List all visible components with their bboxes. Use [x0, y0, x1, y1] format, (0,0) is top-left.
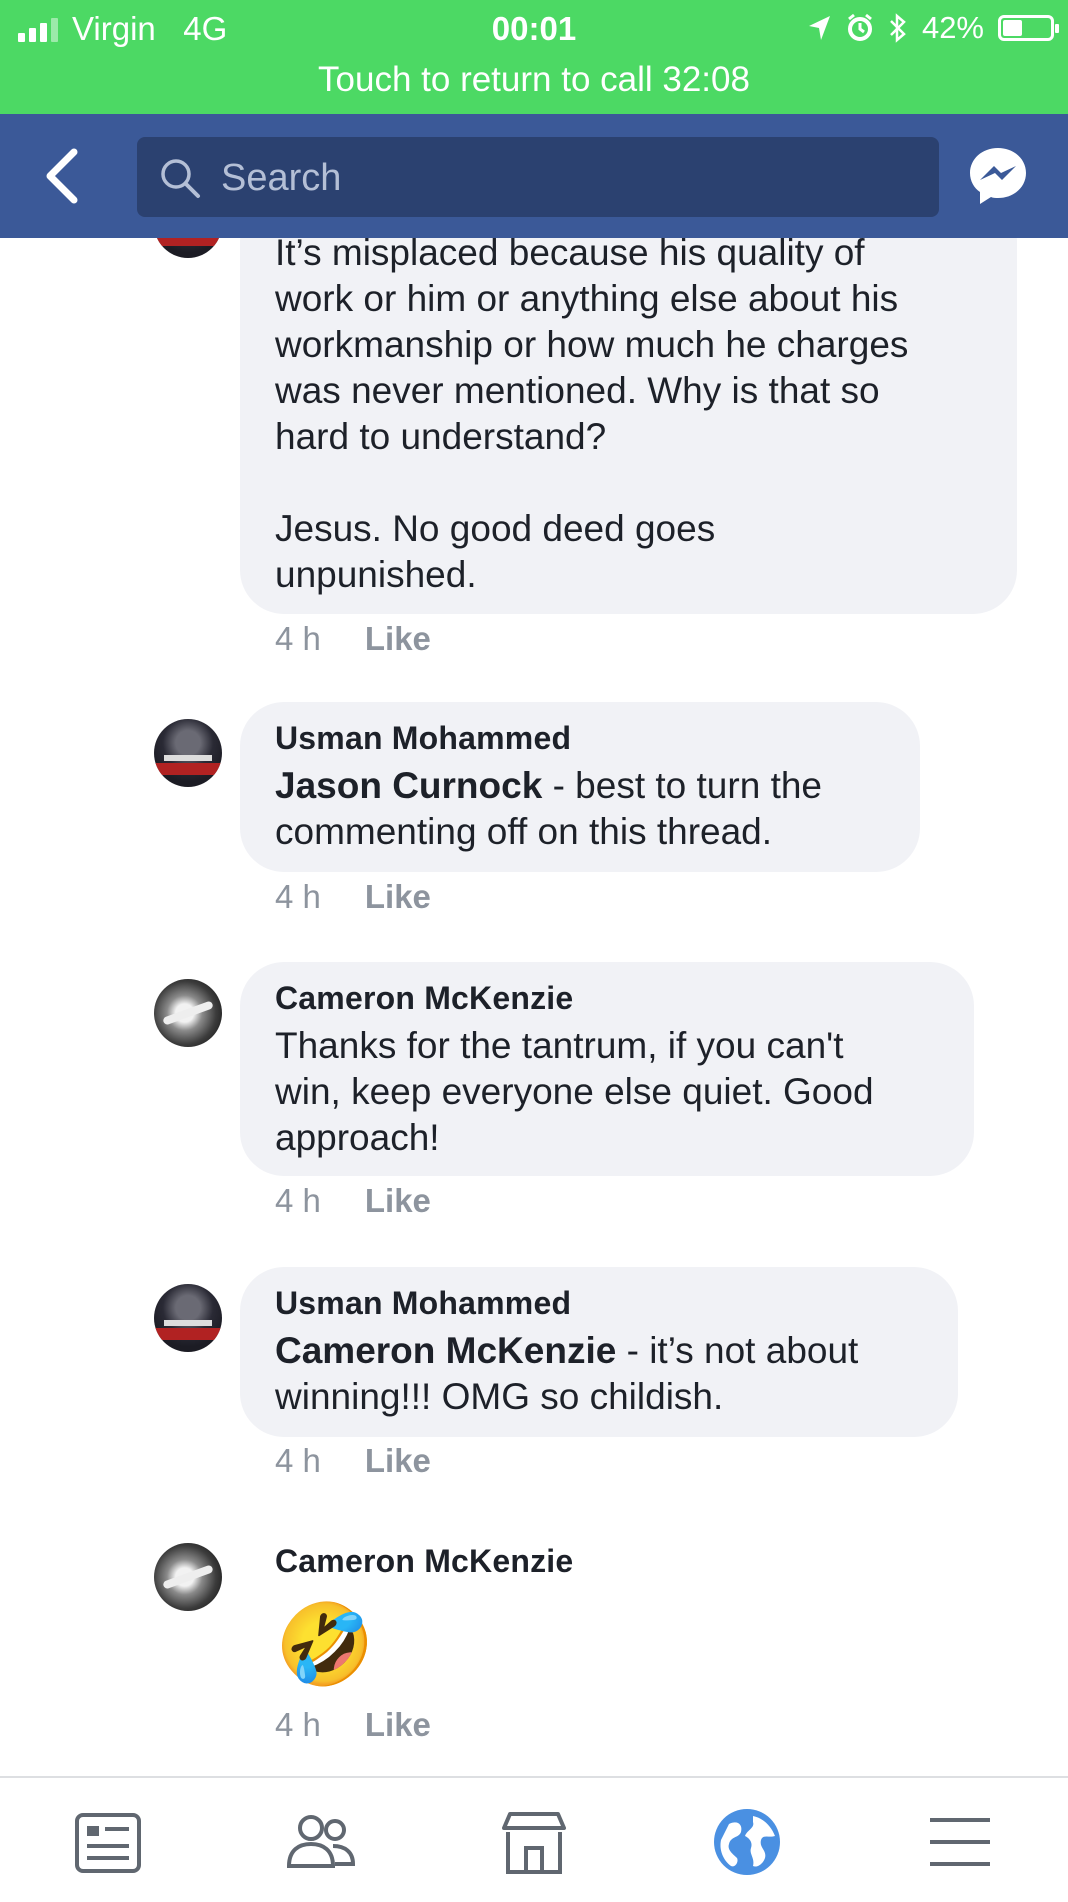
avatar[interactable] [154, 979, 222, 1047]
mention-link[interactable]: Cameron McKenzie [275, 1330, 616, 1371]
comment-time: 4 h [275, 620, 321, 657]
news-feed-icon[interactable] [68, 1802, 148, 1882]
like-button[interactable]: Like [365, 878, 431, 915]
comment-bubble[interactable]: Usman Mohammed Jason Curnock - best to t… [240, 702, 920, 872]
location-arrow-icon [808, 16, 830, 40]
comment-author[interactable]: Cameron McKenzie [275, 1543, 573, 1580]
like-button[interactable]: Like [365, 620, 431, 657]
comment-time: 4 h [275, 1442, 321, 1479]
comment-bubble[interactable]: Usman Mohammed Cameron McKenzie - it’s n… [240, 1267, 958, 1437]
mention-link[interactable]: Jason Curnock [275, 765, 542, 806]
comment-thread: It’s misplaced because his quality of wo… [0, 238, 1068, 1776]
comment-bubble[interactable]: It’s misplaced because his quality of wo… [240, 238, 1017, 614]
battery-percent: 42% [921, 10, 984, 45]
like-button[interactable]: Like [365, 1442, 431, 1479]
comment-author[interactable]: Usman Mohammed [275, 720, 886, 757]
search-input[interactable] [219, 137, 913, 219]
return-to-call-banner[interactable]: Touch to return to call 32:08 [0, 60, 1068, 100]
comment-author[interactable]: Usman Mohammed [275, 1285, 924, 1322]
comment-time: 4 h [275, 1182, 321, 1219]
search-icon [161, 159, 200, 198]
comment-time: 4 h [275, 878, 321, 915]
avatar[interactable] [154, 238, 222, 258]
bottom-tab-bar [0, 1776, 1068, 1902]
chevron-left-icon[interactable] [38, 144, 98, 208]
status-bar: Virgin 4G 00:01 42% Touch to return to c… [0, 0, 1068, 114]
comment-author[interactable]: Cameron McKenzie [275, 980, 940, 1017]
comment-text: Thanks for the tantrum, if you can't win… [275, 1025, 874, 1158]
marketplace-icon[interactable] [494, 1802, 574, 1882]
like-button[interactable]: Like [365, 1706, 431, 1743]
emoji-reaction: 🤣 [275, 1598, 375, 1691]
comment-meta: 4 h Like [275, 1442, 431, 1480]
top-nav-bar [0, 114, 1068, 238]
avatar[interactable] [154, 1543, 222, 1611]
comment-meta: 4 h Like [275, 878, 431, 916]
comment-meta: 4 h Like [275, 1182, 431, 1220]
comment-bubble[interactable]: Cameron McKenzie Thanks for the tantrum,… [240, 962, 974, 1176]
alarm-icon [847, 13, 872, 41]
comment-meta: 4 h Like [275, 1706, 431, 1744]
bluetooth-icon [890, 13, 906, 43]
comment-text: It’s misplaced because his quality of wo… [275, 238, 909, 595]
avatar[interactable] [154, 1284, 222, 1352]
comment-meta: 4 h Like [275, 620, 431, 658]
search-bar[interactable] [137, 137, 939, 219]
notifications-globe-icon[interactable] [707, 1802, 787, 1882]
comment-time: 4 h [275, 1706, 321, 1743]
comment-text: Jason Curnock - best to turn the comment… [275, 765, 823, 852]
messenger-icon[interactable] [966, 144, 1030, 208]
friends-icon[interactable] [281, 1802, 361, 1882]
like-button[interactable]: Like [365, 1182, 431, 1219]
comment-text: Cameron McKenzie - it’s not about winnin… [275, 1330, 859, 1417]
menu-icon[interactable] [920, 1802, 1000, 1882]
battery-icon [998, 15, 1059, 41]
avatar[interactable] [154, 719, 222, 787]
